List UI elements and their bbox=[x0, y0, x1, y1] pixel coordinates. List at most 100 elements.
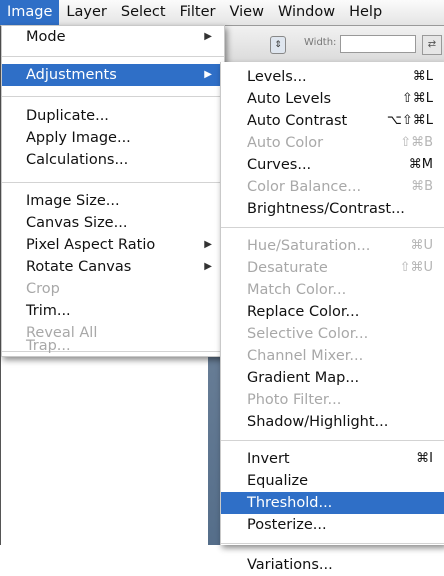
menu-item-label: Replace Color... bbox=[247, 304, 360, 320]
menu-item-label: Crop bbox=[26, 281, 60, 297]
menu-item-label: Mode bbox=[26, 29, 66, 45]
adjustments-item-variations[interactable]: Variations... bbox=[221, 554, 444, 576]
image-menu-item-trap: Trap... bbox=[2, 335, 224, 357]
image-menu-item-rotate-canvas[interactable]: Rotate Canvas ▶ bbox=[2, 256, 224, 278]
menu-item-shortcut: ⇧⌘U bbox=[399, 260, 433, 275]
adjustments-item-brightness-contrast[interactable]: Brightness/Contrast... bbox=[221, 198, 444, 220]
adjustments-item-hue-saturation: Hue/Saturation... ⌘U bbox=[221, 235, 444, 257]
menu-item-label: Color Balance... bbox=[247, 179, 362, 195]
adjustments-item-threshold[interactable]: Threshold... bbox=[221, 492, 444, 514]
menu-item-label: Desaturate bbox=[247, 260, 328, 276]
menu-item-shortcut: ⌥⇧⌘L bbox=[386, 113, 433, 128]
menu-item-label: Variations... bbox=[247, 557, 333, 573]
image-menu-item-duplicate[interactable]: Duplicate... bbox=[2, 105, 224, 127]
adjustments-item-equalize[interactable]: Equalize bbox=[221, 470, 444, 492]
menu-item-shortcut: ⌘M bbox=[408, 157, 433, 172]
adjustments-item-curves[interactable]: Curves... ⌘M bbox=[221, 154, 444, 176]
image-menu-item-crop: Crop bbox=[2, 278, 224, 300]
menu-help[interactable]: Help bbox=[342, 0, 389, 25]
menu-item-label: Equalize bbox=[247, 473, 309, 489]
adjustments-item-shadow-highlight[interactable]: Shadow/Highlight... bbox=[221, 411, 444, 433]
menu-window[interactable]: Window bbox=[271, 0, 342, 25]
menu-item-label: Shadow/Highlight... bbox=[247, 414, 389, 430]
menu-item-label: Channel Mixer... bbox=[247, 348, 364, 364]
menu-item-label: Pixel Aspect Ratio bbox=[26, 237, 156, 253]
submenu-arrow-icon: ▶ bbox=[204, 239, 212, 250]
menu-item-shortcut: ⌘I bbox=[416, 451, 433, 466]
adjustments-item-match-color: Match Color... bbox=[221, 279, 444, 301]
image-menu-item-image-size[interactable]: Image Size... bbox=[2, 190, 224, 212]
menu-separator bbox=[221, 543, 444, 544]
menu-separator bbox=[2, 96, 224, 97]
menu-item-label: Adjustments bbox=[26, 67, 117, 83]
menu-separator bbox=[2, 182, 224, 183]
stepper-icon[interactable]: ⇕ bbox=[270, 36, 286, 54]
menu-item-label: Invert bbox=[247, 451, 290, 467]
image-menu-item-adjustments[interactable]: Adjustments ▶ bbox=[2, 64, 224, 86]
menu-item-label: Hue/Saturation... bbox=[247, 238, 371, 254]
menu-item-label: Auto Color bbox=[247, 135, 324, 151]
menu-item-label: Match Color... bbox=[247, 282, 347, 298]
width-label: Width: bbox=[304, 37, 337, 48]
menu-item-label: Apply Image... bbox=[26, 130, 131, 146]
adjustments-item-selective-color: Selective Color... bbox=[221, 323, 444, 345]
menu-item-label: Brightness/Contrast... bbox=[247, 201, 405, 217]
menu-item-shortcut: ⌘U bbox=[410, 238, 433, 253]
adjustments-item-desaturate: Desaturate ⇧⌘U bbox=[221, 257, 444, 279]
menu-separator bbox=[2, 56, 224, 57]
submenu-arrow-icon: ▶ bbox=[204, 31, 212, 42]
options-bar: ⇕ Width: ⇄ bbox=[208, 25, 444, 66]
menu-item-shortcut: ⌘L bbox=[412, 69, 433, 84]
image-menu-item-canvas-size[interactable]: Canvas Size... bbox=[2, 212, 224, 234]
image-menu-item-trim[interactable]: Trim... bbox=[2, 300, 224, 322]
menu-item-label: Duplicate... bbox=[26, 108, 109, 124]
adjustments-item-auto-levels[interactable]: Auto Levels ⇧⌘L bbox=[221, 88, 444, 110]
menu-item-label: Levels... bbox=[247, 69, 307, 85]
menu-item-label: Auto Levels bbox=[247, 91, 332, 107]
menu-layer[interactable]: Layer bbox=[59, 0, 113, 25]
menu-item-label: Selective Color... bbox=[247, 326, 369, 342]
adjustments-item-gradient-map[interactable]: Gradient Map... bbox=[221, 367, 444, 389]
menu-item-label: Calculations... bbox=[26, 152, 129, 168]
adjustments-submenu: Levels... ⌘L Auto Levels ⇧⌘L Auto Contrast ⌥⇧… bbox=[220, 62, 444, 573]
image-menu-item-pixel-aspect-ratio[interactable]: Pixel Aspect Ratio ▶ bbox=[2, 234, 224, 256]
menu-item-label: Trap... bbox=[26, 338, 71, 354]
adjustments-item-channel-mixer: Channel Mixer... bbox=[221, 345, 444, 367]
menu-item-label: Curves... bbox=[247, 157, 312, 173]
menu-item-shortcut: ⇧⌘B bbox=[400, 135, 433, 150]
image-menu-item-apply-image[interactable]: Apply Image... bbox=[2, 127, 224, 149]
menu-filter[interactable]: Filter bbox=[173, 0, 223, 25]
menu-select[interactable]: Select bbox=[114, 0, 173, 25]
adjustments-item-invert[interactable]: Invert ⌘I bbox=[221, 448, 444, 470]
menu-item-shortcut: ⇧⌘L bbox=[401, 91, 433, 106]
menu-item-label: Canvas Size... bbox=[26, 215, 128, 231]
menu-item-label: Photo Filter... bbox=[247, 392, 342, 408]
image-menu: Mode ▶ Adjustments ▶ Duplicate... Apply Image… bbox=[1, 25, 225, 357]
image-menu-item-calculations[interactable]: Calculations... bbox=[2, 149, 224, 171]
submenu-arrow-icon: ▶ bbox=[204, 69, 212, 80]
menu-item-label: Gradient Map... bbox=[247, 370, 360, 386]
adjustments-item-posterize[interactable]: Posterize... bbox=[221, 514, 444, 536]
width-field[interactable] bbox=[340, 35, 416, 53]
menu-item-label: Image Size... bbox=[26, 193, 120, 209]
submenu-arrow-icon: ▶ bbox=[204, 261, 212, 272]
adjustments-item-levels[interactable]: Levels... ⌘L bbox=[221, 66, 444, 88]
menu-separator bbox=[221, 227, 444, 228]
adjustments-item-photo-filter: Photo Filter... bbox=[221, 389, 444, 411]
menu-view[interactable]: View bbox=[223, 0, 271, 25]
adjustments-item-auto-contrast[interactable]: Auto Contrast ⌥⇧⌘L bbox=[221, 110, 444, 132]
adjustments-item-replace-color[interactable]: Replace Color... bbox=[221, 301, 444, 323]
adjustments-item-color-balance: Color Balance... ⌘B bbox=[221, 176, 444, 198]
menu-image[interactable]: Image bbox=[0, 0, 60, 25]
adjustments-item-auto-color: Auto Color ⇧⌘B bbox=[221, 132, 444, 154]
image-menu-item-mode[interactable]: Mode ▶ bbox=[2, 26, 224, 48]
menu-item-label: Threshold... bbox=[247, 495, 333, 511]
menu-item-label: Rotate Canvas bbox=[26, 259, 132, 275]
menu-item-label: Trim... bbox=[26, 303, 71, 319]
menu-bar: Image Layer Select Filter View Window He… bbox=[0, 0, 444, 26]
menu-item-shortcut: ⌘B bbox=[411, 179, 433, 194]
menu-item-label: Auto Contrast bbox=[247, 113, 348, 129]
menu-item-label: Posterize... bbox=[247, 517, 327, 533]
swap-icon[interactable]: ⇄ bbox=[422, 35, 442, 55]
menu-separator bbox=[221, 440, 444, 441]
